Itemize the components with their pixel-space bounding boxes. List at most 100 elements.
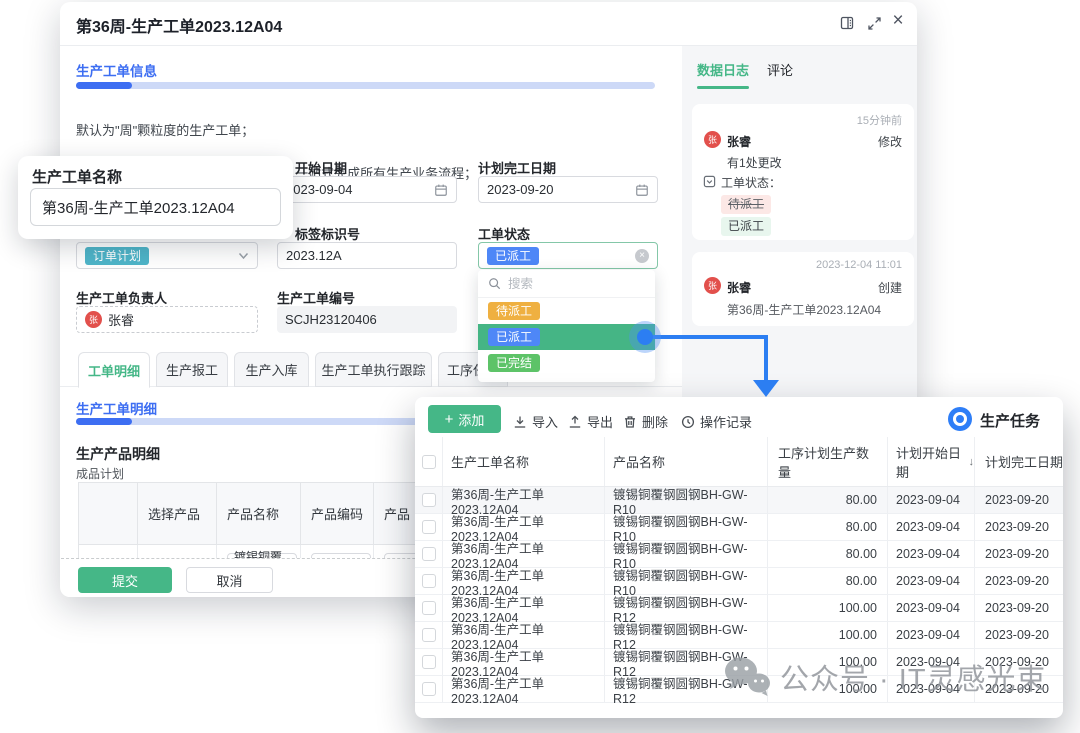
row-checkbox[interactable]	[422, 547, 436, 561]
add-label: 添加	[458, 410, 484, 429]
history-button[interactable]: 操作记录	[681, 412, 752, 431]
task-table-header: 生产工单名称 产品名称 工序计划生产数量 计划开始日期 ↓ 计划完工日期	[415, 437, 1063, 487]
log-action: 修改	[878, 133, 902, 150]
order-no-field: SCJH23120406	[277, 306, 457, 333]
click-indicator-dot	[637, 329, 653, 345]
tag-id-value: 2023.12A	[286, 248, 448, 263]
row-checkbox-cell	[415, 676, 443, 702]
expand-icon[interactable]	[865, 14, 883, 32]
select-product-cell[interactable]	[138, 545, 217, 558]
log-summary: 第36周-生产工单2023.12A04	[727, 301, 881, 318]
work-order-name-input[interactable]	[30, 188, 281, 226]
row-checkbox[interactable]	[422, 628, 436, 642]
row-checkbox[interactable]	[422, 574, 436, 588]
log-panel-icon[interactable]	[838, 14, 856, 32]
tab-production-report[interactable]: 生产报工	[156, 352, 228, 387]
chevron-down-icon	[238, 252, 249, 260]
finish-date-label: 计划完工日期	[478, 158, 556, 177]
task-panel-title: 生产任务	[980, 410, 1040, 431]
product-detail-title: 生产产品明细	[76, 444, 160, 464]
add-button[interactable]: + 添加	[428, 405, 501, 433]
option-pending[interactable]: 待派工	[478, 298, 655, 324]
row-checkbox-cell	[415, 541, 443, 567]
cell-start-date: 2023-09-04	[888, 568, 975, 594]
cell-product-name: 镀锡铜覆钢圆钢BH-GW-R12	[605, 622, 768, 648]
owner-avatar: 张	[85, 311, 102, 328]
log-summary: 有1处更改	[727, 154, 782, 171]
option-finished[interactable]: 已完结	[478, 350, 655, 376]
row-checkbox[interactable]	[422, 682, 436, 696]
row-checkbox[interactable]	[422, 601, 436, 615]
user-avatar: 张	[704, 131, 721, 148]
annotation-arrow-horizontal	[653, 335, 768, 339]
cell-start-date: 2023-09-04	[888, 487, 975, 513]
cell-order-name: 第36周-生产工单2023.12A04	[443, 487, 605, 513]
row-checkbox-cell	[415, 595, 443, 621]
watermark: 公众号 · IT灵感光束	[722, 655, 1047, 699]
annotation-arrow-head	[753, 380, 779, 397]
cell-order-name: 第36周-生产工单2023.12A04	[443, 568, 605, 594]
cell-order-name: 第36周-生产工单2023.12A04	[443, 622, 605, 648]
dropdown-search[interactable]	[478, 270, 655, 298]
tab-work-order-detail[interactable]: 工单明细	[78, 352, 150, 388]
cell-end-date: 2023-09-20	[975, 568, 1063, 594]
row-checkbox-cell	[415, 649, 443, 675]
cell-order-name: 第36周-生产工单2023.12A04	[443, 649, 605, 675]
callout-label: 生产工单名称	[32, 166, 122, 187]
select-all-cell	[415, 437, 443, 486]
start-date-field[interactable]: 2023-09-04	[277, 176, 457, 203]
status-select[interactable]: 已派工 ×	[478, 242, 658, 269]
tab-execution-tracking[interactable]: 生产工单执行跟踪	[315, 352, 432, 387]
row-checkbox-cell	[415, 514, 443, 540]
cell-product-name: 镀锡铜覆钢圆钢BH-GW-R10	[605, 541, 768, 567]
tab-data-log[interactable]: 数据日志	[697, 60, 749, 79]
cell-start-date: 2023-09-04	[888, 622, 975, 648]
calendar-icon	[434, 183, 448, 197]
cell-end-date: 2023-09-20	[975, 487, 1063, 513]
col-index	[79, 483, 138, 544]
cell-end-date: 2023-09-20	[975, 541, 1063, 567]
finish-date-field[interactable]: 2023-09-20	[478, 176, 658, 203]
cell-product-name: 镀锡铜覆钢圆钢BH-GW-R12	[605, 595, 768, 621]
cell-qty: 100.00	[768, 595, 888, 621]
col-product-name: 产品名称	[605, 437, 768, 486]
row-checkbox[interactable]	[422, 520, 436, 534]
tab-comments[interactable]: 评论	[767, 60, 793, 79]
cell-qty: 80.00	[768, 487, 888, 513]
cell-qty: 80.00	[768, 514, 888, 540]
calendar-icon	[635, 183, 649, 197]
order-type-select[interactable]: 订单计划	[76, 242, 258, 269]
row-checkbox[interactable]	[422, 655, 436, 669]
row-index: 1	[79, 545, 138, 558]
product-name-cell: 镀锡铜覆钢	[217, 545, 301, 558]
dialog-title: 第36周-生产工单2023.12A04	[76, 13, 282, 37]
clock-icon	[681, 415, 695, 429]
select-all-checkbox[interactable]	[422, 455, 436, 469]
owner-picker[interactable]: 张 张睿	[76, 306, 258, 333]
user-avatar: 张	[704, 277, 721, 294]
import-button[interactable]: 导入	[513, 412, 558, 431]
export-icon	[568, 415, 582, 429]
cell-qty: 100.00	[768, 622, 888, 648]
row-checkbox-cell	[415, 568, 443, 594]
col-select-product: 选择产品	[138, 483, 217, 544]
col-qty: 工序计划生产数量	[768, 437, 888, 486]
col-start-date[interactable]: 计划开始日期 ↓	[888, 437, 975, 486]
row-checkbox[interactable]	[422, 493, 436, 507]
cell-start-date: 2023-09-04	[888, 514, 975, 540]
tag-id-field[interactable]: 2023.12A	[277, 242, 457, 269]
submit-button[interactable]: 提交	[78, 567, 172, 593]
export-button[interactable]: 导出	[568, 412, 613, 431]
row-checkbox-cell	[415, 487, 443, 513]
search-input[interactable]	[508, 277, 628, 291]
close-icon[interactable]: ×	[889, 12, 907, 30]
tab-warehouse-in[interactable]: 生产入库	[234, 352, 309, 387]
log-entry-create: 2023-12-04 11:01 张 张睿 创建 第36周-生产工单2023.1…	[692, 252, 914, 326]
delete-button[interactable]: 删除	[623, 412, 668, 431]
cell-end-date: 2023-09-20	[975, 514, 1063, 540]
wechat-icon	[722, 655, 772, 699]
clear-icon[interactable]: ×	[635, 249, 649, 263]
order-no-label: 生产工单编号	[277, 288, 355, 307]
cancel-button[interactable]: 取消	[186, 567, 273, 593]
cell-end-date: 2023-09-20	[975, 622, 1063, 648]
